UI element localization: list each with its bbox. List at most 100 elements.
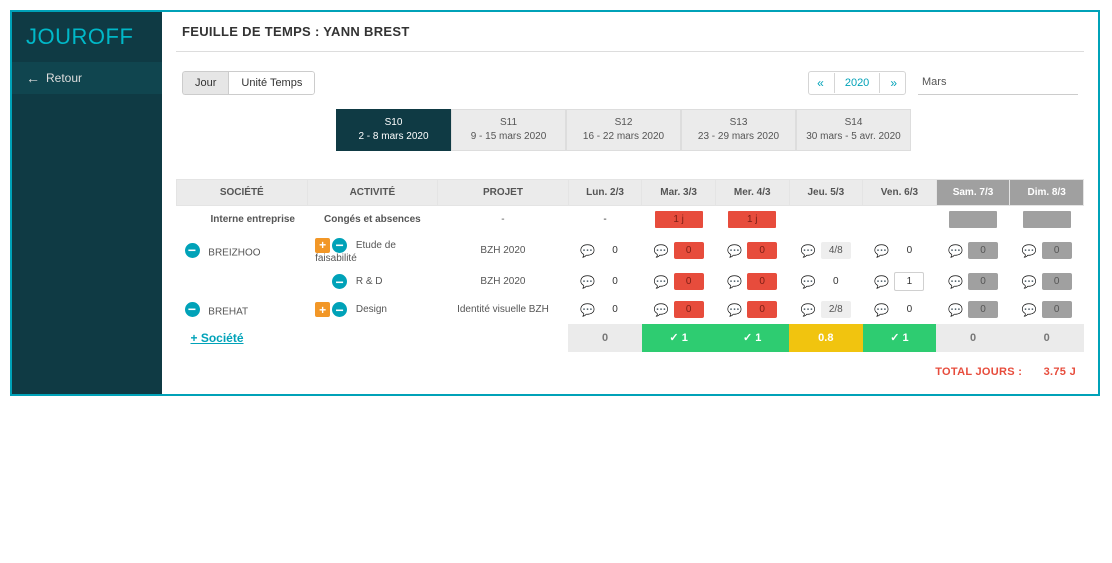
cell-value[interactable]: 0 (600, 301, 630, 318)
week-range: 23 - 29 mars 2020 (686, 130, 791, 144)
cell-value[interactable]: 0 (821, 273, 851, 290)
comment-icon[interactable]: 💬 (727, 244, 742, 258)
toggle-jour[interactable]: Jour (182, 71, 228, 95)
absence-jeu (789, 206, 863, 234)
comment-icon[interactable]: 💬 (874, 303, 889, 317)
absence-mer[interactable]: 1 j (728, 211, 776, 228)
cell-value[interactable]: 0 (747, 273, 777, 290)
comment-icon[interactable]: 💬 (727, 303, 742, 317)
cell-value[interactable]: 0 (1042, 301, 1072, 318)
cell-value[interactable]: 0 (747, 301, 777, 318)
comment-icon[interactable]: 💬 (1022, 244, 1037, 258)
comment-icon[interactable]: 💬 (948, 303, 963, 317)
total-mar: ✓ 1 (642, 324, 716, 352)
cell-value[interactable]: 0 (1042, 242, 1072, 259)
cell-value[interactable]: 0 (894, 242, 924, 259)
minus-icon[interactable]: − (332, 274, 347, 289)
comment-icon[interactable]: 💬 (948, 244, 963, 258)
total-ven: ✓ 1 (863, 324, 937, 352)
cell-value[interactable]: 0 (747, 242, 777, 259)
page-title: FEUILLE DE TEMPS : YANN BREST (176, 12, 1084, 52)
comment-icon[interactable]: 💬 (801, 244, 816, 258)
back-button[interactable]: ← Retour (12, 62, 162, 94)
next-year-button[interactable]: » (882, 72, 905, 94)
week-tab-s10[interactable]: S10 2 - 8 mars 2020 (336, 109, 451, 151)
comment-icon[interactable]: 💬 (1022, 303, 1037, 317)
cell-value[interactable]: 0 (968, 301, 998, 318)
plus-icon[interactable]: + (315, 302, 330, 317)
row-societe: BREIZHOO (208, 247, 260, 258)
total-jeu: 0.8 (789, 324, 863, 352)
back-label: Retour (46, 71, 82, 85)
main-panel: FEUILLE DE TEMPS : YANN BREST Jour Unité… (162, 12, 1098, 394)
comment-icon[interactable]: 💬 (801, 275, 816, 289)
week-tab-s11[interactable]: S11 9 - 15 mars 2020 (451, 109, 566, 151)
sidebar: JOUROFF ← Retour (12, 12, 162, 394)
absence-lun: - (603, 214, 606, 225)
week-tab-s14[interactable]: S14 30 mars - 5 avr. 2020 (796, 109, 911, 151)
cell-value[interactable]: 1 (894, 272, 924, 291)
absence-mar[interactable]: 1 j (655, 211, 703, 228)
comment-icon[interactable]: 💬 (874, 275, 889, 289)
comment-icon[interactable]: 💬 (948, 275, 963, 289)
week-tab-s12[interactable]: S12 16 - 22 mars 2020 (566, 109, 681, 151)
cell-value[interactable]: 2/8 (821, 301, 851, 318)
comment-icon[interactable]: 💬 (1022, 275, 1037, 289)
total-mer: ✓ 1 (715, 324, 789, 352)
add-societe-button[interactable]: + Société (185, 331, 244, 345)
total-lun: 0 (568, 324, 642, 352)
comment-icon[interactable]: 💬 (654, 275, 669, 289)
plus-icon[interactable]: + (315, 238, 330, 253)
chevron-left-icon: ← (26, 70, 40, 86)
week-range: 9 - 15 mars 2020 (456, 130, 561, 144)
th-day-sam: Sam. 7/3 (936, 180, 1010, 206)
comment-icon[interactable]: 💬 (801, 303, 816, 317)
current-year[interactable]: 2020 (834, 73, 880, 93)
cell-value[interactable]: 0 (1042, 273, 1072, 290)
minus-icon[interactable]: − (332, 238, 347, 253)
weeks-tabs: S10 2 - 8 mars 2020 S11 9 - 15 mars 2020… (336, 109, 1084, 151)
absence-ven (863, 206, 937, 234)
cell-value[interactable]: 0 (968, 273, 998, 290)
timesheet-row: − R & D BZH 2020 💬0 💬0 💬0 💬0 💬1 💬0 💬0 (177, 268, 1084, 296)
th-societe: SOCIÉTÉ (177, 180, 308, 206)
th-day-mer: Mer. 4/3 (715, 180, 789, 206)
week-tab-s13[interactable]: S13 23 - 29 mars 2020 (681, 109, 796, 151)
row-activite: Design (356, 304, 387, 315)
collapse-icon[interactable]: − (185, 302, 200, 317)
comment-icon[interactable]: 💬 (874, 244, 889, 258)
collapse-icon[interactable]: − (185, 243, 200, 258)
comment-icon[interactable]: 💬 (580, 275, 595, 289)
controls-row: Jour Unité Temps « 2020 » (176, 52, 1084, 109)
grand-total: TOTAL JOURS : 3.75 J (176, 352, 1084, 380)
prev-year-button[interactable]: « (809, 72, 832, 94)
toggle-unite-temps[interactable]: Unité Temps (228, 71, 315, 95)
week-label: S14 (801, 116, 906, 130)
minus-icon[interactable]: − (332, 302, 347, 317)
comment-icon[interactable]: 💬 (580, 244, 595, 258)
comment-icon[interactable]: 💬 (580, 303, 595, 317)
row-projet: Identité visuelle BZH (457, 304, 549, 315)
cell-value[interactable]: 4/8 (821, 242, 851, 259)
cell-value[interactable]: 0 (674, 273, 704, 290)
cell-value[interactable]: 0 (674, 301, 704, 318)
comment-icon[interactable]: 💬 (727, 275, 742, 289)
month-input[interactable] (918, 70, 1078, 95)
row-activite: R & D (356, 276, 383, 287)
year-nav: « 2020 » (808, 71, 906, 95)
cell-value[interactable]: 0 (674, 242, 704, 259)
cell-value[interactable]: 0 (600, 242, 630, 259)
cell-value[interactable]: 0 (968, 242, 998, 259)
absence-dim: - (1023, 211, 1071, 228)
th-day-jeu: Jeu. 5/3 (789, 180, 863, 206)
week-range: 16 - 22 mars 2020 (571, 130, 676, 144)
comment-icon[interactable]: 💬 (654, 244, 669, 258)
total-dim: 0 (1010, 324, 1084, 352)
timesheet-row: − BREHAT + − Design Identité visuelle BZ… (177, 296, 1084, 324)
cell-value[interactable]: 0 (894, 301, 924, 318)
cell-value[interactable]: 0 (600, 273, 630, 290)
th-day-ven: Ven. 6/3 (863, 180, 937, 206)
absence-row: Interne entreprise Congés et absences - … (177, 206, 1084, 234)
view-toggle: Jour Unité Temps (182, 71, 315, 95)
comment-icon[interactable]: 💬 (654, 303, 669, 317)
